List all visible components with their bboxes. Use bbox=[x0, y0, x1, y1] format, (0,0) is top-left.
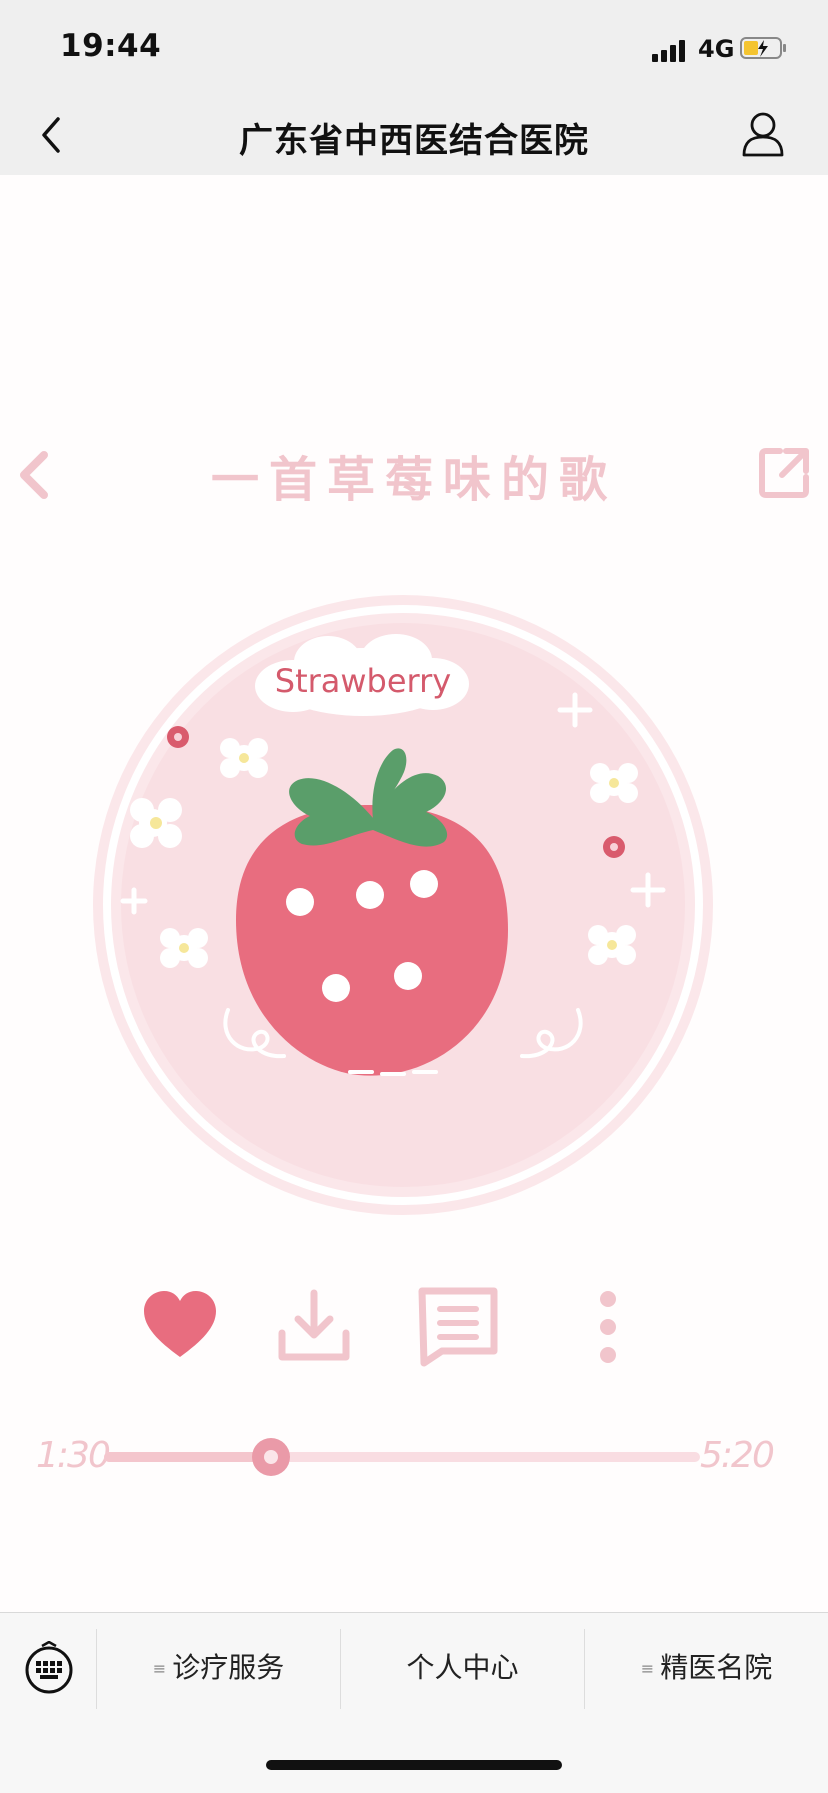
heart-icon bbox=[144, 1291, 216, 1357]
more-icon bbox=[600, 1291, 616, 1363]
menu-item-clinical-services[interactable]: ≡ 诊疗服务 bbox=[97, 1613, 340, 1723]
keyboard-icon[interactable] bbox=[22, 1641, 76, 1695]
status-bar: 19:44 4G bbox=[0, 0, 828, 95]
battery-icon bbox=[740, 37, 786, 59]
total-time: 5:20 bbox=[700, 1435, 775, 1476]
progress-thumb bbox=[251, 1438, 290, 1476]
progress-track bbox=[104, 1438, 700, 1476]
song-title: 一首草莓味的歌 bbox=[210, 452, 617, 508]
album-cover: Strawberry bbox=[93, 595, 713, 1215]
network-label: 4G bbox=[698, 35, 735, 63]
signal-icon bbox=[652, 38, 688, 62]
submenu-icon: ≡ bbox=[640, 1659, 655, 1678]
menu-item-personal-center[interactable]: 个人中心 bbox=[341, 1613, 584, 1723]
menu-item-label: 精医名院 bbox=[660, 1651, 773, 1684]
content-image: 一首草莓味的歌 Strawberry 1:30 5:20 bbox=[0, 175, 828, 1612]
home-indicator bbox=[266, 1760, 562, 1770]
current-time: 1:30 bbox=[36, 1435, 111, 1476]
svg-text:Strawberry: Strawberry bbox=[275, 662, 451, 700]
page-title: 广东省中西医结合医院 bbox=[239, 121, 589, 161]
progress-bar: 1:30 5:20 bbox=[0, 1425, 828, 1485]
comment-icon bbox=[418, 1287, 498, 1367]
submenu-icon: ≡ bbox=[152, 1659, 167, 1678]
menu-item-famous-hospital[interactable]: ≡ 精医名院 bbox=[585, 1613, 828, 1723]
download-icon bbox=[278, 1289, 350, 1361]
menu-item-label: 个人中心 bbox=[406, 1651, 519, 1684]
user-profile-icon[interactable] bbox=[740, 109, 786, 159]
status-time: 19:44 bbox=[60, 28, 162, 64]
share-icon bbox=[759, 448, 809, 498]
menu-item-label: 诊疗服务 bbox=[172, 1651, 285, 1684]
progress-fill bbox=[104, 1452, 271, 1462]
navigation-bar: 广东省中西医结合医院 bbox=[0, 95, 828, 175]
player-controls bbox=[0, 1287, 828, 1377]
